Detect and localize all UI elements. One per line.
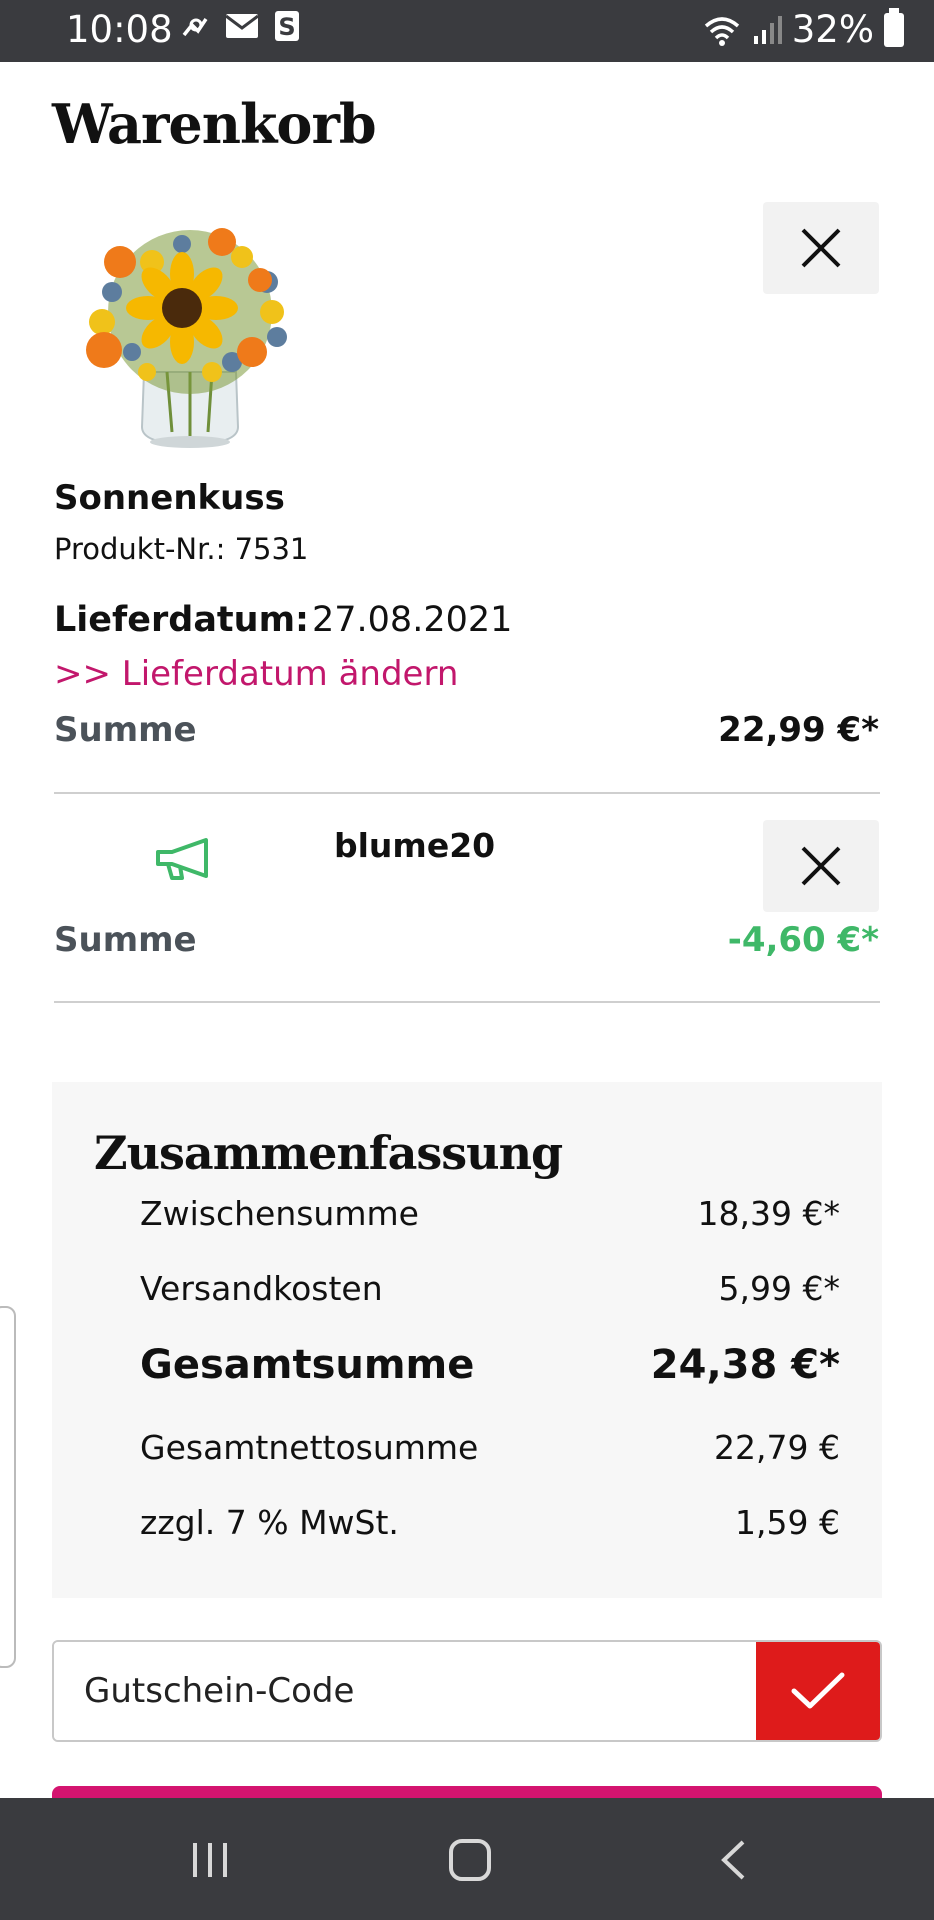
recent-apps-button[interactable] bbox=[165, 1828, 255, 1892]
wifi-icon bbox=[704, 16, 739, 46]
divider bbox=[54, 792, 880, 794]
coupon-sum-value: -4,60 €* bbox=[727, 920, 879, 960]
summary-label: Gesamtnettosumme bbox=[140, 1428, 479, 1467]
summary-label: Gesamtsumme bbox=[140, 1342, 475, 1388]
remove-product-button[interactable] bbox=[763, 202, 879, 294]
summary-value: 5,99 €* bbox=[718, 1269, 840, 1308]
delivery-date-value: 27.08.2021 bbox=[312, 600, 513, 640]
battery-percent: 32% bbox=[791, 8, 874, 51]
product-name[interactable]: Sonnenkuss bbox=[54, 478, 285, 518]
megaphone-icon bbox=[156, 838, 208, 880]
divider bbox=[54, 1001, 880, 1003]
signal-icon bbox=[753, 15, 782, 44]
remove-coupon-button[interactable] bbox=[763, 820, 879, 912]
summary-value: 1,59 € bbox=[735, 1503, 840, 1542]
apply-voucher-button[interactable] bbox=[756, 1642, 880, 1740]
status-time: 10:08 bbox=[66, 8, 173, 51]
notification-icons: S bbox=[180, 10, 300, 42]
back-icon bbox=[721, 1840, 745, 1880]
delivery-date-label: Lieferdatum: bbox=[54, 600, 310, 640]
home-button[interactable] bbox=[425, 1828, 515, 1892]
product-sum-label: Summe bbox=[54, 710, 197, 750]
coupon-code: blume20 bbox=[334, 826, 496, 865]
summary-row-net-total: Gesamtnettosumme 22,79 € bbox=[140, 1428, 840, 1467]
app-s-icon: S bbox=[275, 11, 299, 41]
recent-apps-icon bbox=[193, 1843, 227, 1877]
summary-row-shipping: Versandkosten 5,99 €* bbox=[140, 1269, 840, 1308]
home-icon bbox=[449, 1839, 491, 1881]
status-bar: 10:08 S 32% bbox=[0, 0, 934, 62]
summary-label: zzgl. 7 % MwSt. bbox=[140, 1503, 399, 1542]
back-button[interactable] bbox=[688, 1828, 778, 1892]
product-sum-value: 22,99 €* bbox=[718, 710, 879, 750]
voucher-code-input[interactable] bbox=[54, 1642, 758, 1740]
summary-panel: Zusammenfassung Zwischensumme 18,39 €* V… bbox=[52, 1082, 882, 1598]
summary-title: Zusammenfassung bbox=[94, 1126, 563, 1180]
battery-icon bbox=[884, 7, 904, 47]
product-image[interactable] bbox=[72, 222, 308, 450]
summary-value: 18,39 €* bbox=[697, 1194, 840, 1233]
summary-row-total: Gesamtsumme 24,38 €* bbox=[140, 1342, 840, 1388]
close-icon bbox=[801, 228, 841, 268]
voucher-form bbox=[52, 1640, 882, 1742]
mail-icon bbox=[225, 14, 259, 38]
product-number: Produkt-Nr.: 7531 bbox=[54, 532, 309, 566]
checkmark-icon bbox=[791, 1672, 845, 1709]
side-panel-handle[interactable] bbox=[0, 1306, 16, 1668]
page-title: Warenkorb bbox=[52, 92, 377, 156]
system-nav-bar bbox=[0, 1798, 934, 1920]
change-delivery-date-link[interactable]: >> Lieferdatum ändern bbox=[54, 654, 458, 694]
summary-row-vat: zzgl. 7 % MwSt. 1,59 € bbox=[140, 1503, 840, 1542]
close-icon bbox=[801, 846, 841, 886]
swirl-notification-icon bbox=[182, 18, 208, 37]
svg-text:S: S bbox=[278, 13, 295, 41]
summary-value: 22,79 € bbox=[714, 1428, 840, 1467]
summary-label: Versandkosten bbox=[140, 1269, 383, 1308]
summary-row-subtotal: Zwischensumme 18,39 €* bbox=[140, 1194, 840, 1233]
summary-label: Zwischensumme bbox=[140, 1194, 419, 1233]
summary-value: 24,38 €* bbox=[650, 1342, 840, 1388]
coupon-sum-label: Summe bbox=[54, 920, 197, 960]
